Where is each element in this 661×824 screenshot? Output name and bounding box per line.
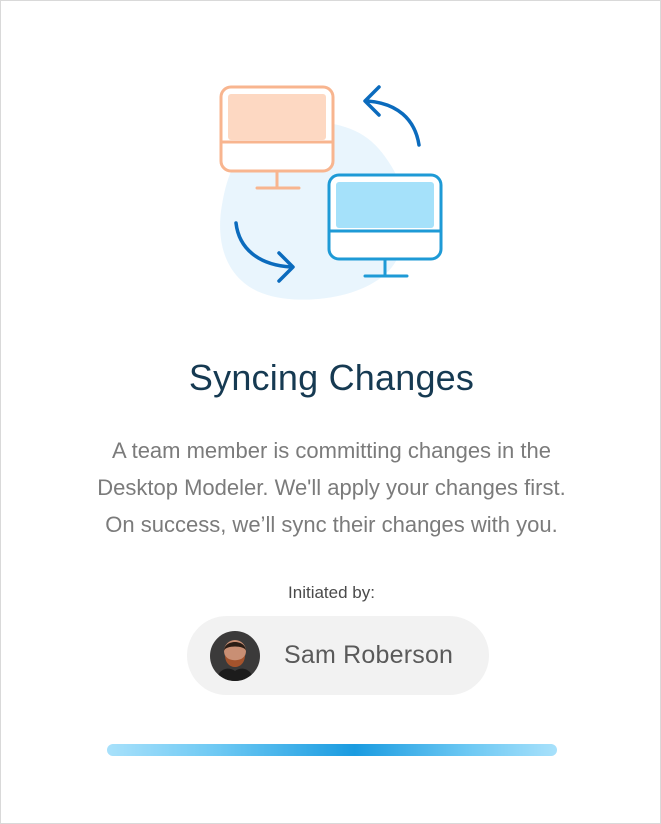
initiated-by-label: Initiated by:	[288, 583, 375, 602]
message-line-1: A team member is committing changes in t…	[112, 438, 551, 463]
sync-arrow-up-icon	[363, 85, 421, 147]
sync-dialog: Syncing Changes A team member is committ…	[0, 0, 661, 824]
dialog-title: Syncing Changes	[188, 357, 475, 398]
message-line-2: Desktop Modeler. We'll apply your change…	[97, 475, 566, 500]
initiator-name: Sam Roberson	[284, 641, 454, 669]
sync-progress-bar	[107, 744, 557, 756]
computer-sync-icon	[201, 71, 461, 311]
message-line-3: On success, we’ll sync their changes wit…	[105, 512, 558, 537]
initiator-chip: Sam Roberson	[187, 616, 489, 695]
user-avatar-icon	[210, 630, 260, 681]
dialog-message: A team member is committing changes in t…	[41, 432, 622, 543]
sync-progress-fill	[107, 744, 557, 756]
